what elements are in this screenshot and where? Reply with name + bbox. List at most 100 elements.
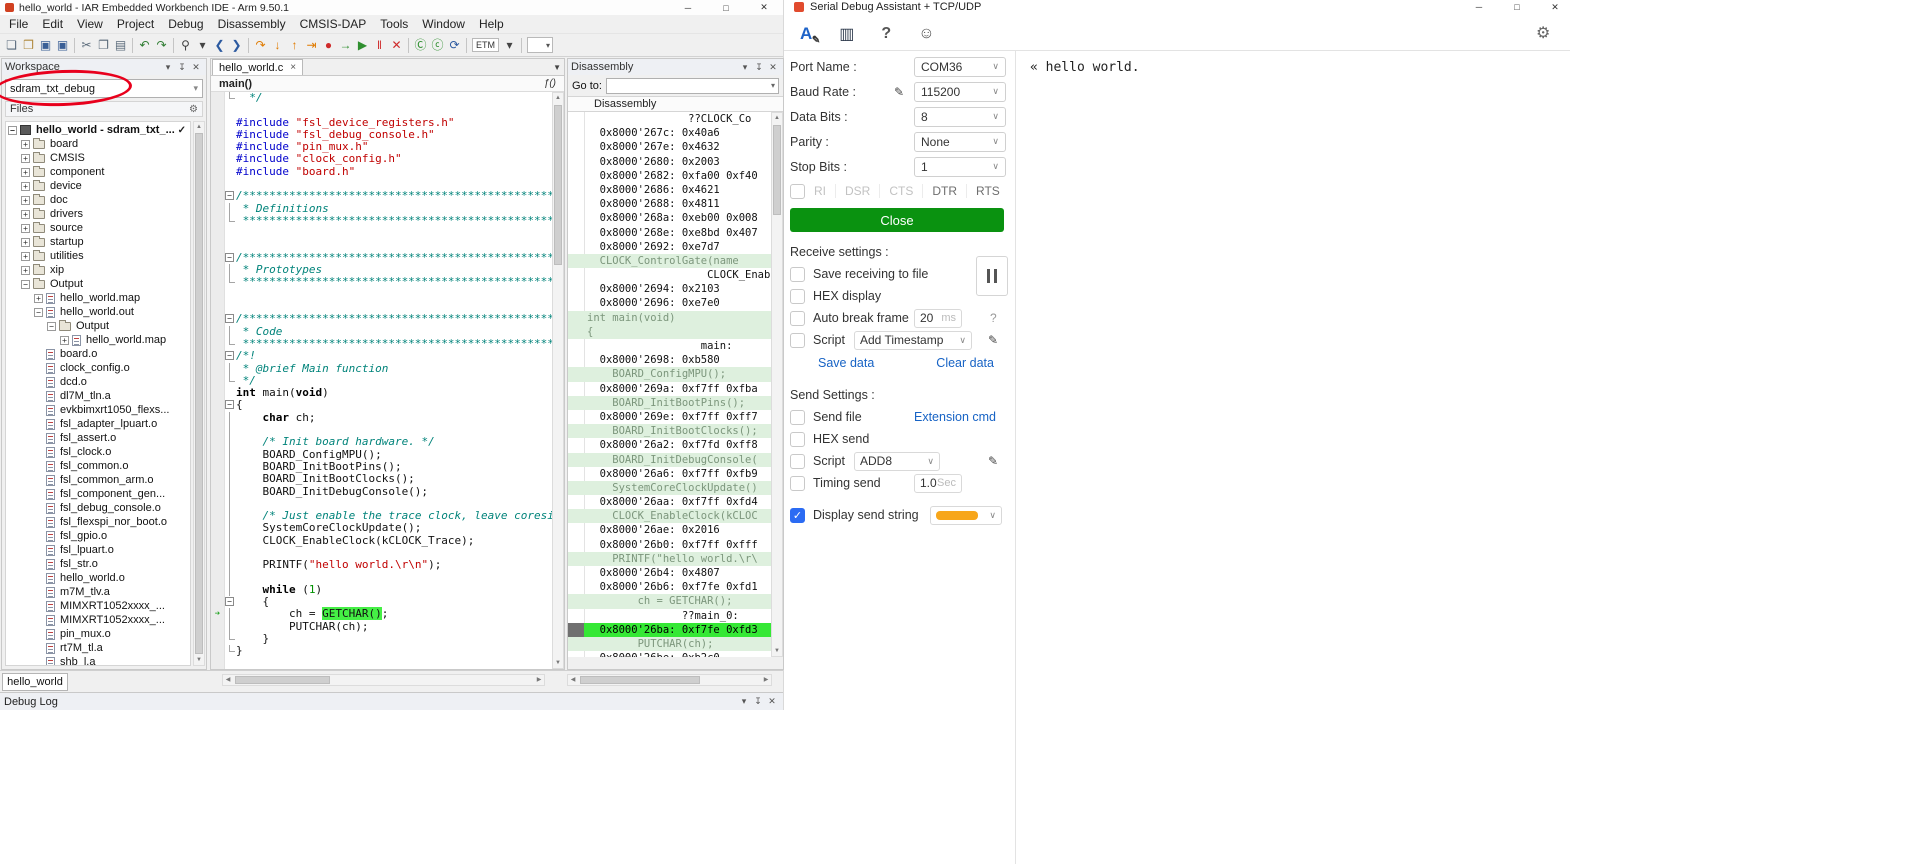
breakpoint-gutter[interactable] <box>211 166 224 178</box>
stop-debugging-icon[interactable]: ✕ <box>388 35 405 55</box>
menu-window[interactable]: Window <box>415 15 472 33</box>
expand-plus-icon[interactable]: + <box>21 167 30 177</box>
port-name-dropdown[interactable]: COM36 ∨ <box>914 56 1006 77</box>
panel-close-icon[interactable]: ✕ <box>765 696 779 707</box>
step-into-icon[interactable]: ↓ <box>269 35 286 55</box>
timing-send-checkbox[interactable] <box>790 475 805 491</box>
scroll-right-icon[interactable]: ▶ <box>534 675 544 685</box>
breakpoint-gutter[interactable] <box>211 547 224 559</box>
editor-scrollbar[interactable]: ▲ ▼ <box>552 92 564 669</box>
breakpoint-gutter[interactable] <box>211 301 224 313</box>
panel-close-icon[interactable]: ✕ <box>189 62 203 73</box>
go-icon[interactable]: ▶ <box>354 35 371 55</box>
find-previous-icon[interactable]: ❮ <box>211 35 228 55</box>
scroll-thumb[interactable] <box>773 125 781 215</box>
breakpoint-gutter[interactable] <box>211 584 224 596</box>
workspace-scrollbar[interactable]: ▲ ▼ <box>193 121 205 666</box>
breakpoint-gutter[interactable] <box>211 424 224 436</box>
expand-plus-icon[interactable]: + <box>21 139 30 149</box>
tree-item-output[interactable]: − Output <box>6 319 190 333</box>
expand-plus-icon[interactable]: + <box>21 209 30 219</box>
hex-display-checkbox[interactable] <box>790 288 805 304</box>
scroll-thumb[interactable] <box>580 676 700 684</box>
tree-item-cmsis[interactable]: + CMSIS <box>6 151 190 165</box>
search-icon[interactable]: ⚲ <box>177 35 194 55</box>
scroll-left-icon[interactable]: ◀ <box>223 675 233 685</box>
run-to-cursor-icon[interactable]: → <box>337 35 354 55</box>
tree-item-fsl-debug-console-o[interactable]: fsl_debug_console.o <box>6 501 190 515</box>
breakpoint-gutter[interactable] <box>211 350 224 362</box>
c-statement-step-icon[interactable]: ⓒ <box>429 35 446 55</box>
pause-receive-button[interactable] <box>976 256 1008 296</box>
tree-item-rt7m-tl-a[interactable]: rt7M_tl.a <box>6 641 190 655</box>
maximize-button[interactable]: □ <box>1498 2 1536 12</box>
tree-item-hello-world-o[interactable]: hello_world.o <box>6 571 190 585</box>
edit-pen-icon[interactable]: ✎ <box>988 333 998 347</box>
breakpoint-gutter[interactable] <box>211 486 224 498</box>
tree-item-fsl-assert-o[interactable]: fsl_assert.o <box>6 431 190 445</box>
tree-item-shb-l-a[interactable]: shb_l.a <box>6 655 190 665</box>
workspace-config-dropdown[interactable]: sdram_txt_debug ▾ <box>5 79 203 98</box>
menu-tools[interactable]: Tools <box>373 15 415 33</box>
collapse-minus-icon[interactable]: − <box>47 321 56 331</box>
help-icon[interactable]: ? <box>881 25 891 43</box>
panel-menu-icon[interactable]: ▾ <box>737 696 751 707</box>
tree-item-fsl-flexspi-nor-boot-o[interactable]: fsl_flexspi_nor_boot.o <box>6 515 190 529</box>
collapse-minus-icon[interactable]: − <box>21 279 30 289</box>
display-send-string-checkbox[interactable]: ✓ <box>790 507 805 523</box>
tree-item-device[interactable]: + device <box>6 179 190 193</box>
tree-item-evkbimxrt1050-flexs[interactable]: evkbimxrt1050_flexs... <box>6 403 190 417</box>
breakpoint-gutter[interactable] <box>211 104 224 116</box>
tree-item-doc[interactable]: + doc <box>6 193 190 207</box>
signals-checkbox[interactable] <box>790 183 805 199</box>
breakpoint-gutter[interactable] <box>211 621 224 633</box>
edit-pen-icon[interactable]: ✎ <box>988 454 998 468</box>
pin-icon[interactable]: ↧ <box>752 62 766 73</box>
breakpoint-gutter[interactable] <box>211 326 224 338</box>
search-dropdown-icon[interactable]: ▾ <box>194 35 211 55</box>
close-button[interactable]: ✕ <box>745 2 783 13</box>
tree-item-board[interactable]: + board <box>6 137 190 151</box>
scroll-down-icon[interactable]: ▼ <box>553 658 563 668</box>
tree-item-fsl-lpuart-o[interactable]: fsl_lpuart.o <box>6 543 190 557</box>
tree-item-mimxrt1052xxxx[interactable]: MIMXRT1052xxxx_... <box>6 599 190 613</box>
breakpoint-gutter[interactable] <box>211 363 224 375</box>
find-next-icon[interactable]: ❯ <box>228 35 245 55</box>
function-list-icon[interactable]: ƒ() <box>544 78 556 89</box>
send-script-checkbox[interactable] <box>790 453 805 469</box>
scroll-down-icon[interactable]: ▼ <box>772 646 782 656</box>
scroll-left-icon[interactable]: ◀ <box>568 675 578 685</box>
new-document-icon[interactable]: ❏ <box>3 35 20 55</box>
workspace-bottom-tab[interactable]: hello_world <box>2 673 68 691</box>
open-icon[interactable]: ❒ <box>20 35 37 55</box>
copy-icon[interactable]: ❐ <box>95 35 112 55</box>
expand-plus-icon[interactable]: + <box>21 153 30 163</box>
undo-icon[interactable]: ↶ <box>136 35 153 55</box>
tree-item-dcd-o[interactable]: dcd.o <box>6 375 190 389</box>
tree-item-fsl-common-arm-o[interactable]: fsl_common_arm.o <box>6 473 190 487</box>
stop-bits-dropdown[interactable]: 1 ∨ <box>914 156 1006 177</box>
breakpoint-gutter[interactable] <box>211 141 224 153</box>
extension-cmd-link[interactable]: Extension cmd <box>914 410 996 424</box>
breakpoint-gutter[interactable] <box>211 522 224 534</box>
breakpoint-gutter[interactable] <box>211 498 224 510</box>
panel-close-icon[interactable]: ✕ <box>766 62 780 73</box>
expand-plus-icon[interactable]: + <box>21 195 30 205</box>
tree-item-m7m-tlv-a[interactable]: m7M_tlv.a <box>6 585 190 599</box>
breakpoint-gutter[interactable] <box>211 399 224 411</box>
breakpoint-gutter[interactable] <box>211 473 224 485</box>
breakpoint-gutter[interactable] <box>211 645 224 657</box>
tab-list-icon[interactable]: ▼ <box>553 63 561 72</box>
receive-script-dropdown[interactable]: Add Timestamp ∨ <box>854 330 972 350</box>
breakpoint-gutter[interactable] <box>211 190 224 202</box>
settings-gear-icon[interactable]: ⚙ <box>1536 23 1550 43</box>
breakpoint-gutter[interactable] <box>211 461 224 473</box>
pin-icon[interactable]: ↧ <box>751 696 765 707</box>
tree-item-source[interactable]: + source <box>6 221 190 235</box>
tree-item-output[interactable]: − Output <box>6 277 190 291</box>
scroll-thumb[interactable] <box>195 133 203 654</box>
breakpoint-gutter[interactable] <box>211 449 224 461</box>
breakpoint-gutter[interactable] <box>211 633 224 645</box>
breakpoint-gutter[interactable] <box>211 92 224 104</box>
receive-script-checkbox[interactable] <box>790 332 805 348</box>
